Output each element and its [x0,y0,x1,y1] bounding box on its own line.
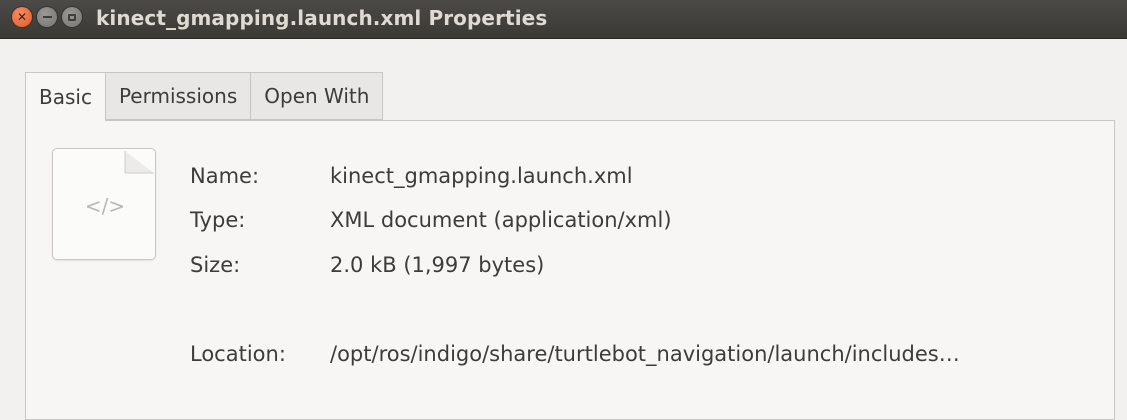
tab-open-with[interactable]: Open With [251,72,384,120]
close-window-button[interactable]: ✕ [12,7,32,27]
xml-file-icon: </> [52,148,156,260]
minimize-icon [42,16,52,18]
close-icon: ✕ [16,10,28,24]
name-label: Name: [190,164,260,188]
tab-basic[interactable]: Basic [25,72,106,121]
title-bar: ✕ kinect_gmapping.launch.xml Properties [0,0,1127,39]
tab-permissions[interactable]: Permissions [105,72,252,120]
size-label: Size: [190,253,241,277]
window-title: kinect_gmapping.launch.xml Properties [96,6,548,30]
name-value: kinect_gmapping.launch.xml [330,164,633,188]
minimize-window-button[interactable] [37,7,57,27]
maximize-icon [68,13,76,21]
tab-bar: Basic Permissions Open With [25,72,384,121]
size-value: 2.0 kB (1,997 bytes) [330,253,545,277]
location-value: /opt/ros/indigo/share/turtlebot_navigati… [330,342,960,366]
type-value: XML document (application/xml) [330,208,672,232]
location-label: Location: [190,342,286,366]
code-glyph: </> [85,194,125,218]
type-label: Type: [190,208,246,232]
maximize-window-button[interactable] [62,7,82,27]
